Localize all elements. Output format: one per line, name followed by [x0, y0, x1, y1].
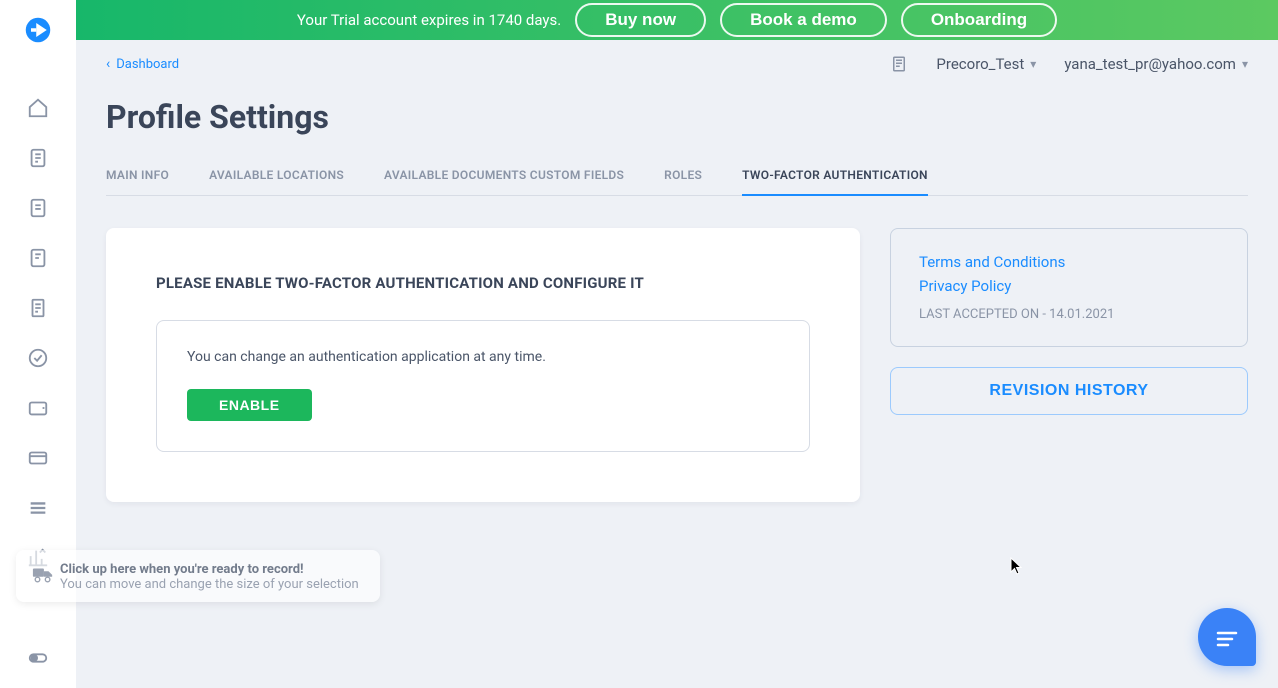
- privacy-link[interactable]: Privacy Policy: [919, 277, 1219, 295]
- twofa-inner-card: You can change an authentication applica…: [156, 320, 810, 452]
- tab-two-factor[interactable]: TWO-FACTOR AUTHENTICATION: [742, 160, 928, 196]
- nav-doc1-icon[interactable]: [16, 136, 60, 180]
- tooltip-subtitle: You can move and change the size of your…: [60, 577, 364, 592]
- revision-history-button[interactable]: REVISION HISTORY: [890, 367, 1248, 415]
- chevron-down-icon: ▾: [1030, 57, 1036, 71]
- user-email: yana_test_pr@yahoo.com: [1064, 55, 1236, 73]
- right-column: Terms and Conditions Privacy Policy LAST…: [890, 228, 1248, 502]
- terms-link[interactable]: Terms and Conditions: [919, 253, 1219, 271]
- twofa-card: PLEASE ENABLE TWO-FACTOR AUTHENTICATION …: [106, 228, 860, 502]
- twofa-card-title: PLEASE ENABLE TWO-FACTOR AUTHENTICATION …: [156, 274, 810, 292]
- page-title: Profile Settings: [106, 98, 1248, 136]
- company-dropdown[interactable]: Precoro_Test ▾: [936, 55, 1036, 73]
- tab-available-locations[interactable]: AVAILABLE LOCATIONS: [209, 160, 344, 195]
- last-accepted-label: LAST ACCEPTED ON - 14.01.2021: [919, 307, 1219, 322]
- tabs: MAIN INFO AVAILABLE LOCATIONS AVAILABLE …: [106, 160, 1248, 196]
- legal-card: Terms and Conditions Privacy Policy LAST…: [890, 228, 1248, 347]
- docs-icon[interactable]: [890, 55, 908, 73]
- trial-banner: Your Trial account expires in 1740 days.…: [76, 0, 1278, 40]
- header-bar: ‹ Dashboard Precoro_Test ▾ yana_test_pr@…: [76, 40, 1278, 88]
- record-tooltip: Click up here when you're ready to recor…: [16, 550, 380, 602]
- nav-card-icon[interactable]: [16, 436, 60, 480]
- onboarding-button[interactable]: Onboarding: [901, 3, 1057, 37]
- enable-button[interactable]: ENABLE: [187, 389, 312, 421]
- content-row: PLEASE ENABLE TWO-FACTOR AUTHENTICATION …: [106, 228, 1248, 502]
- buy-now-button[interactable]: Buy now: [575, 3, 706, 37]
- chat-icon: [1214, 625, 1240, 649]
- chat-button[interactable]: [1198, 608, 1256, 666]
- book-demo-button[interactable]: Book a demo: [720, 3, 887, 37]
- truck-icon: [32, 564, 54, 584]
- nav-doc2-icon[interactable]: [16, 186, 60, 230]
- twofa-description: You can change an authentication applica…: [187, 349, 779, 365]
- left-column: PLEASE ENABLE TWO-FACTOR AUTHENTICATION …: [106, 228, 860, 502]
- tab-roles[interactable]: ROLES: [664, 160, 702, 195]
- user-dropdown[interactable]: yana_test_pr@yahoo.com ▾: [1064, 55, 1248, 73]
- company-name: Precoro_Test: [936, 55, 1024, 73]
- breadcrumb[interactable]: ‹ Dashboard: [106, 56, 179, 72]
- page-body: Profile Settings MAIN INFO AVAILABLE LOC…: [76, 88, 1278, 502]
- nav-doc3-icon[interactable]: [16, 236, 60, 280]
- nav-home-icon[interactable]: [16, 86, 60, 130]
- trial-message: Your Trial account expires in 1740 days.: [297, 11, 561, 29]
- breadcrumb-label: Dashboard: [116, 57, 179, 72]
- nav-list-icon[interactable]: [16, 486, 60, 530]
- nav-wallet-icon[interactable]: [16, 386, 60, 430]
- tooltip-title: Click up here when you're ready to recor…: [60, 562, 364, 577]
- nav-receipt-icon[interactable]: [16, 286, 60, 330]
- app-logo: [24, 16, 52, 44]
- tab-main-info[interactable]: MAIN INFO: [106, 160, 169, 195]
- nav-toggle-icon[interactable]: [16, 636, 60, 680]
- chevron-down-icon: ▾: [1242, 57, 1248, 71]
- header-right: Precoro_Test ▾ yana_test_pr@yahoo.com ▾: [890, 55, 1248, 73]
- nav-check-icon[interactable]: [16, 336, 60, 380]
- chevron-left-icon: ‹: [106, 56, 110, 72]
- tab-custom-fields[interactable]: AVAILABLE DOCUMENTS CUSTOM FIELDS: [384, 160, 624, 195]
